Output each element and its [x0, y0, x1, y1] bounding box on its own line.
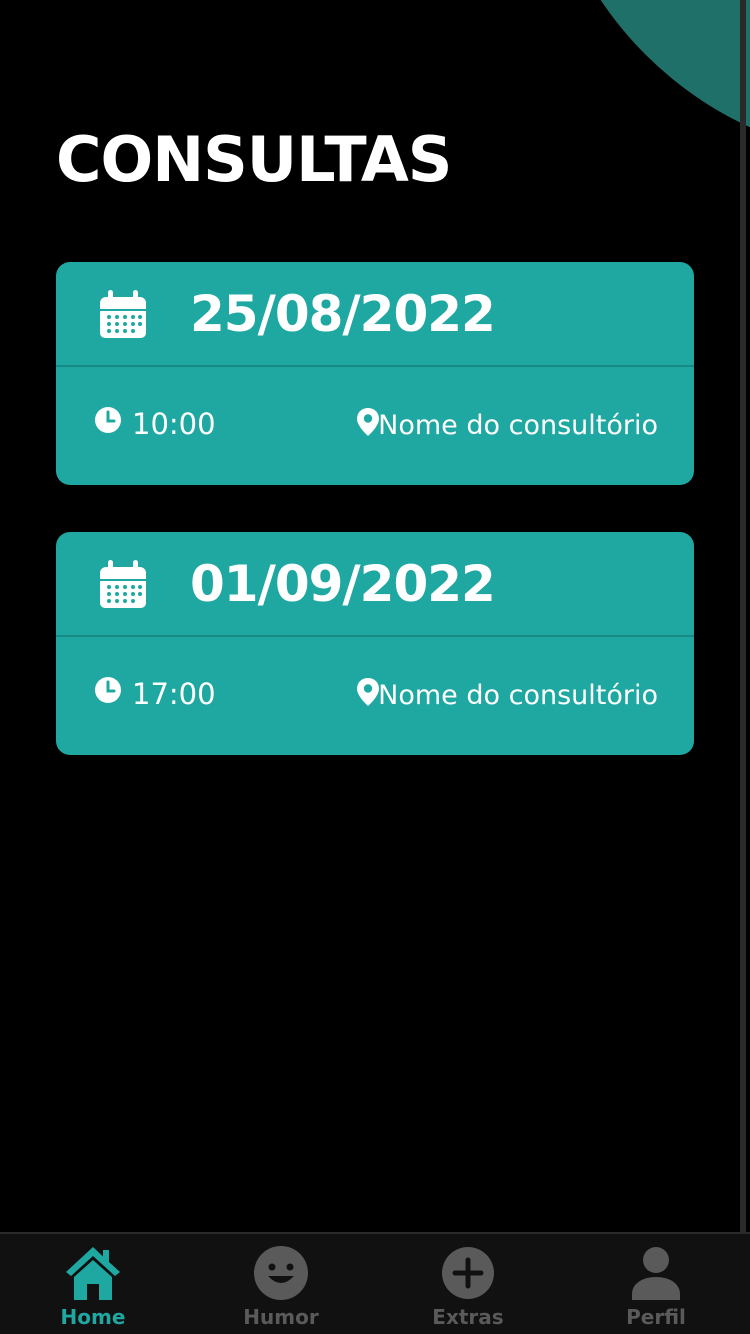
- home-icon: [66, 1247, 120, 1300]
- nav-label-perfil: Perfil: [626, 1305, 686, 1329]
- smiley-icon: [254, 1246, 308, 1300]
- appointment-card-header: 01/09/2022: [56, 532, 694, 637]
- nav-label-home: Home: [60, 1305, 126, 1329]
- app-screen: CONSULTAS 25/08/2022 10:00 Nome do consu…: [0, 0, 750, 1334]
- appointment-date: 01/09/2022: [190, 555, 496, 613]
- appointment-card-header: 25/08/2022: [56, 262, 694, 367]
- appointment-location: Nome do consultório: [378, 410, 658, 441]
- appointment-time: 10:00: [132, 407, 216, 441]
- scrollbar[interactable]: [740, 0, 746, 1232]
- plus-circle-icon: [442, 1247, 494, 1299]
- nav-item-perfil[interactable]: Perfil: [581, 1234, 731, 1334]
- appointment-location: Nome do consultório: [378, 680, 658, 711]
- location-pin-icon: [357, 408, 379, 436]
- nav-label-extras: Extras: [432, 1305, 504, 1329]
- appointment-date: 25/08/2022: [190, 285, 496, 343]
- clock-icon: [95, 677, 121, 703]
- nav-item-extras[interactable]: Extras: [393, 1234, 543, 1334]
- bottom-navigation: Home Humor Extras Perfil: [0, 1232, 750, 1334]
- appointment-card[interactable]: 01/09/2022 17:00 Nome do consultório: [56, 532, 694, 755]
- appointment-time: 17:00: [132, 677, 216, 711]
- calendar-icon: [100, 560, 146, 608]
- appointment-card[interactable]: 25/08/2022 10:00 Nome do consultório: [56, 262, 694, 485]
- corner-decoration: [540, 0, 750, 160]
- nav-item-humor[interactable]: Humor: [206, 1234, 356, 1334]
- calendar-icon: [100, 290, 146, 338]
- location-pin-icon: [357, 678, 379, 706]
- nav-item-home[interactable]: Home: [18, 1234, 168, 1334]
- user-icon: [632, 1247, 680, 1300]
- page-title: CONSULTAS: [56, 123, 452, 196]
- clock-icon: [95, 407, 121, 433]
- nav-label-humor: Humor: [243, 1305, 319, 1329]
